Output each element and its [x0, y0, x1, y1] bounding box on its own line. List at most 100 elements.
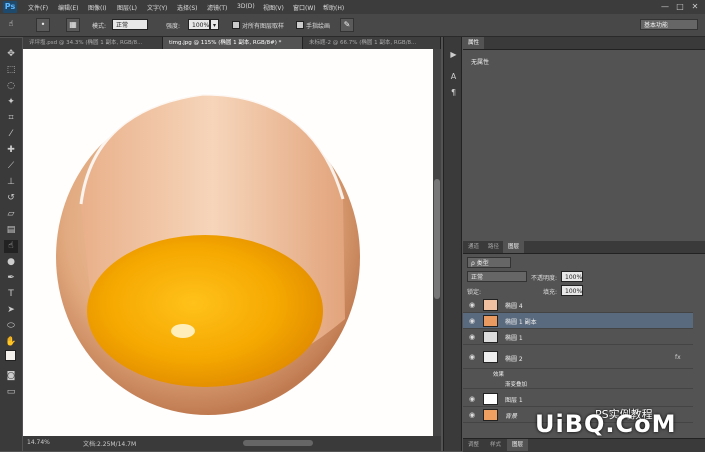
quick-select-tool-icon[interactable]: ✦	[4, 96, 18, 109]
character-icon[interactable]: A	[448, 71, 459, 82]
fx-badge[interactable]: fx	[675, 354, 681, 361]
maximize-icon[interactable]: □	[675, 2, 685, 11]
layer-kind-filter[interactable]: ρ 类型	[467, 257, 511, 268]
layer-row[interactable]: ◉ 椭圆 1 副本	[463, 313, 693, 329]
horizontal-scrollbar-thumb[interactable]	[243, 440, 313, 446]
menu-bar: Ps 文件(F) 编辑(E) 图像(I) 图层(L) 文字(Y) 选择(S) 滤…	[0, 0, 705, 14]
path-select-tool-icon[interactable]: ➤	[4, 304, 18, 317]
tab-adjustments[interactable]: 调整	[463, 439, 484, 451]
layer-effects-row[interactable]: 效果	[463, 369, 693, 379]
layer-thumbnail	[483, 315, 498, 327]
finger-paint-checkbox[interactable]	[296, 21, 304, 29]
eye-icon[interactable]: ◉	[468, 353, 476, 361]
tab-layers-bottom[interactable]: 图层	[507, 439, 529, 451]
zoom-level[interactable]: 14.74%	[27, 439, 50, 446]
document-size: 文档:2.25M/14.7M	[83, 441, 137, 448]
brush-preset-icon[interactable]: •	[36, 18, 50, 32]
strength-dropdown-icon[interactable]: ▾	[210, 19, 219, 30]
minimize-icon[interactable]: —	[660, 2, 670, 11]
history-brush-tool-icon[interactable]: ↺	[4, 192, 18, 205]
menu-view[interactable]: 视图(V)	[263, 3, 284, 12]
menu-image[interactable]: 图像(I)	[88, 3, 106, 12]
photoshop-logo: Ps	[3, 1, 17, 13]
sample-all-label: 对所有图层取样	[242, 23, 285, 30]
quick-mask-icon[interactable]: ◙	[4, 370, 18, 383]
eraser-tool-icon[interactable]: ▱	[4, 208, 18, 221]
strength-input[interactable]: 100%	[188, 19, 210, 30]
close-window-icon[interactable]: ✕	[690, 2, 700, 11]
egg-yolk	[87, 235, 323, 387]
marquee-tool-icon[interactable]: ⬚	[4, 64, 18, 77]
toolbox: ✥ ⬚ ◌ ✦ ⌗ ⁄ ✚ ⟋ ⊥ ↺ ▱ ▤ ☝ ● ✒ T ➤ ⬭ ✋ ⌕ …	[0, 38, 22, 451]
screen-mode-icon[interactable]: ▭	[4, 386, 18, 399]
fill-input[interactable]: 100%	[561, 285, 583, 296]
canvas-vertical-scrollbar[interactable]	[433, 49, 441, 436]
eye-icon[interactable]: ◉	[468, 395, 476, 403]
tab-paths[interactable]: 路径	[483, 241, 504, 253]
stamp-tool-icon[interactable]: ⊥	[4, 176, 18, 189]
layer-name: 图层 1	[505, 397, 523, 404]
layer-row[interactable]: ◉ 椭圆 1	[463, 329, 693, 345]
paragraph-icon[interactable]: ¶	[448, 87, 459, 98]
pen-tool-icon[interactable]: ✒	[4, 272, 18, 285]
strength-label: 强度:	[166, 23, 181, 30]
watermark-text-2: UiBQ.CoM	[535, 410, 677, 438]
mode-select[interactable]: 正常	[112, 19, 148, 30]
mode-label: 模式:	[92, 23, 107, 30]
brush-panel-icon[interactable]: ▦	[66, 18, 80, 32]
play-icon[interactable]: ▶	[448, 49, 459, 60]
crop-tool-icon[interactable]: ⌗	[4, 112, 18, 125]
type-tool-icon[interactable]: T	[4, 288, 18, 301]
layer-thumbnail	[483, 351, 498, 363]
dodge-tool-icon[interactable]: ●	[4, 256, 18, 269]
smudge-tool-icon[interactable]: ☝	[4, 240, 18, 253]
sample-all-checkbox[interactable]	[232, 21, 240, 29]
scrollbar-thumb[interactable]	[434, 179, 440, 299]
eyedropper-tool-icon[interactable]: ⁄	[4, 128, 18, 141]
eye-icon[interactable]: ◉	[468, 333, 476, 341]
menu-edit[interactable]: 编辑(E)	[58, 3, 78, 12]
gradient-tool-icon[interactable]: ▤	[4, 224, 18, 237]
tab-styles[interactable]: 样式	[485, 439, 506, 451]
menu-3d[interactable]: 3D(D)	[237, 3, 255, 10]
brush-tool-icon[interactable]: ⟋	[4, 160, 18, 173]
workspace-select[interactable]: 基本功能	[640, 19, 698, 30]
tab-properties[interactable]: 属性	[463, 37, 485, 49]
layer-name: 背景	[505, 413, 518, 420]
healing-tool-icon[interactable]: ✚	[4, 144, 18, 157]
blend-mode-select[interactable]: 正常	[467, 271, 527, 282]
layer-row[interactable]: ◉ 椭圆 4	[463, 297, 693, 313]
pressure-icon[interactable]: ✎	[340, 18, 354, 32]
menu-layer[interactable]: 图层(L)	[117, 3, 137, 12]
menu-select[interactable]: 选择(S)	[177, 3, 198, 12]
tab-channels[interactable]: 通道	[463, 241, 484, 253]
hand-tool-icon[interactable]: ✋	[4, 336, 18, 349]
menu-filter[interactable]: 滤镜(T)	[207, 3, 227, 12]
opacity-input[interactable]: 100%	[561, 271, 583, 282]
move-tool-icon[interactable]: ✥	[4, 48, 18, 61]
foreground-color-swatch[interactable]	[5, 350, 16, 361]
eye-icon[interactable]: ◉	[468, 317, 476, 325]
canvas[interactable]	[23, 49, 433, 436]
menu-file[interactable]: 文件(F)	[28, 3, 48, 12]
effects-label: 效果	[493, 372, 505, 378]
smudge-tool-icon[interactable]: ☝	[4, 18, 18, 32]
menu-window[interactable]: 窗口(W)	[293, 3, 316, 12]
properties-tab-bar: 属性	[463, 37, 705, 50]
menu-help[interactable]: 帮助(H)	[323, 3, 344, 12]
eye-icon[interactable]: ◉	[468, 301, 476, 309]
properties-panel: 属性 无属性	[463, 37, 705, 237]
lock-label: 锁定:	[467, 289, 482, 296]
lasso-tool-icon[interactable]: ◌	[4, 80, 18, 93]
tab-document-3[interactable]: 未标题-2 @ 66.7% (椭圆 1 副本, RGB/8...	[303, 37, 441, 49]
shape-tool-icon[interactable]: ⬭	[4, 320, 18, 333]
menu-type[interactable]: 文字(Y)	[147, 3, 167, 12]
tab-document-2[interactable]: timg.jpg @ 115% (椭圆 1 副本, RGB/8#) *	[163, 37, 303, 49]
eye-icon[interactable]: ◉	[468, 411, 476, 419]
tab-layers[interactable]: 图层	[503, 241, 525, 253]
layer-effect-item[interactable]: 渐变叠加	[463, 379, 693, 389]
layer-name: 椭圆 4	[505, 303, 523, 310]
tab-document-1[interactable]: 评坪塩.psd @ 34.3% (椭圆 1 副本, RGB/8...	[23, 37, 163, 49]
layer-thumbnail	[483, 409, 498, 421]
layer-row[interactable]: ◉ 椭圆 2 fx	[463, 345, 693, 369]
